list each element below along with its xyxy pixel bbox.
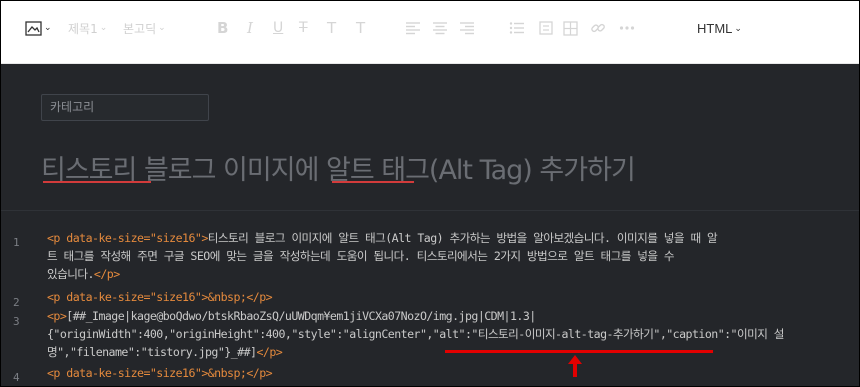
link-icon bbox=[591, 23, 605, 33]
line-number: 1 bbox=[13, 236, 20, 249]
editor-window: ⌄ 제목1 ⌄ 본고딕 ⌄ B I U T T T HTML ⌄ 카테고리 티스… bbox=[0, 0, 860, 387]
code-text: {"originWidth":400,"originHeight":400,"s… bbox=[47, 327, 784, 341]
bold-button[interactable]: B bbox=[217, 18, 228, 38]
code-tag: </p> bbox=[93, 267, 120, 281]
code-tag: <p data-ke-size="size16"> bbox=[47, 231, 208, 245]
background-color-icon: T bbox=[356, 19, 366, 37]
code-text: 티스토리 블로그 이미지에 알트 태그(Alt Tag) 추가하는 방법을 알아… bbox=[207, 231, 718, 245]
code-tag: <p data-ke-size="size16">&nbsp;</p> bbox=[47, 290, 273, 304]
bulleted-list-button[interactable] bbox=[509, 18, 525, 38]
background-color-button[interactable]: T bbox=[356, 18, 365, 38]
code-tag: <p> bbox=[47, 309, 67, 323]
table-button[interactable] bbox=[563, 18, 578, 38]
code-tag: </p> bbox=[256, 345, 283, 359]
code-line: <p data-ke-size="size16">&nbsp;</p> bbox=[47, 365, 853, 383]
up-arrow-icon bbox=[568, 355, 582, 377]
align-center-icon bbox=[433, 22, 447, 35]
more-options-button[interactable] bbox=[619, 18, 635, 38]
code-line: <p data-ke-size="size16">티스토리 블로그 이미지에 알… bbox=[47, 230, 853, 248]
text-color-icon: T bbox=[327, 19, 337, 37]
line-number: 2 bbox=[13, 296, 20, 309]
highlight-underline bbox=[445, 350, 713, 353]
font-family-select[interactable]: 본고딕 ⌄ bbox=[123, 18, 166, 38]
code-text: 트 태그를 작성해 주면 구글 SEO에 맞는 글을 작성하는데 도움이 됩니다… bbox=[47, 249, 675, 263]
font-family-label: 본고딕 bbox=[123, 21, 157, 36]
chevron-down-icon: ⌄ bbox=[44, 23, 52, 33]
code-line: <p data-ke-size="size16">&nbsp;</p> bbox=[47, 289, 853, 307]
code-line: 트 태그를 작성해 주면 구글 SEO에 맞는 글을 작성하는데 도움이 됩니다… bbox=[47, 248, 853, 266]
align-center-button[interactable] bbox=[432, 18, 448, 38]
line-number: 3 bbox=[13, 315, 20, 328]
table-icon bbox=[563, 20, 578, 36]
chevron-down-icon: ⌄ bbox=[99, 23, 108, 33]
bulleted-list-icon bbox=[509, 22, 524, 34]
editor-toolbar: ⌄ 제목1 ⌄ 본고딕 ⌄ B I U T T T HTML ⌄ bbox=[1, 1, 859, 64]
underline-button[interactable]: U bbox=[273, 18, 283, 38]
chevron-down-icon: ⌄ bbox=[734, 22, 742, 33]
text-color-button[interactable]: T bbox=[327, 18, 336, 38]
align-right-icon bbox=[460, 22, 474, 35]
chevron-down-icon: ⌄ bbox=[158, 23, 166, 33]
quote-icon bbox=[539, 21, 553, 35]
line-number: 4 bbox=[13, 371, 20, 384]
underline-icon: U bbox=[273, 20, 284, 36]
code-line: 있습니다.</p> bbox=[47, 266, 853, 284]
paragraph-style-label: 제목1 bbox=[68, 21, 98, 36]
spellcheck-underline bbox=[332, 181, 414, 183]
code-text: 명","filename":"tistory.jpg"}_##] bbox=[47, 345, 257, 359]
spellcheck-underline bbox=[43, 181, 151, 183]
code-line: {"originWidth":400,"originHeight":400,"s… bbox=[47, 326, 853, 344]
divider bbox=[1, 210, 859, 211]
strikethrough-icon: T bbox=[299, 20, 308, 36]
italic-button[interactable]: I bbox=[247, 18, 253, 38]
html-code-area[interactable]: 1 2 3 4 <p data-ke-size="size16">티스토리 블로… bbox=[1, 229, 859, 386]
bold-icon: B bbox=[217, 19, 229, 37]
strikethrough-button[interactable]: T bbox=[299, 18, 308, 38]
post-title-input[interactable]: 티스토리 블로그 이미지에 알트 태그(Alt Tag) 추가하기 bbox=[41, 148, 841, 188]
code-text: [##_Image|kage@boQdwo/btskRbaoZsQ/uUWDqm… bbox=[66, 309, 536, 323]
category-select[interactable]: 카테고리 bbox=[41, 94, 209, 121]
align-right-button[interactable] bbox=[459, 18, 475, 38]
quote-button[interactable] bbox=[539, 18, 553, 38]
editor-mode-label: HTML bbox=[697, 20, 733, 36]
category-placeholder: 카테고리 bbox=[50, 100, 95, 114]
paragraph-style-select[interactable]: 제목1 ⌄ bbox=[68, 18, 107, 38]
image-icon bbox=[25, 20, 42, 36]
link-button[interactable] bbox=[590, 18, 606, 38]
align-left-icon bbox=[406, 22, 420, 35]
editor-mode-select[interactable]: HTML ⌄ bbox=[697, 18, 742, 38]
code-line: <p>[##_Image|kage@boQdwo/btskRbaoZsQ/uUW… bbox=[47, 308, 853, 326]
code-tag: <p data-ke-size="size16">&nbsp;</p> bbox=[47, 366, 273, 380]
italic-icon: I bbox=[247, 19, 253, 37]
more-icon bbox=[619, 26, 635, 30]
code-text: 있습니다. bbox=[47, 267, 94, 281]
align-left-button[interactable] bbox=[405, 18, 421, 38]
insert-image-button[interactable]: ⌄ bbox=[25, 18, 52, 38]
